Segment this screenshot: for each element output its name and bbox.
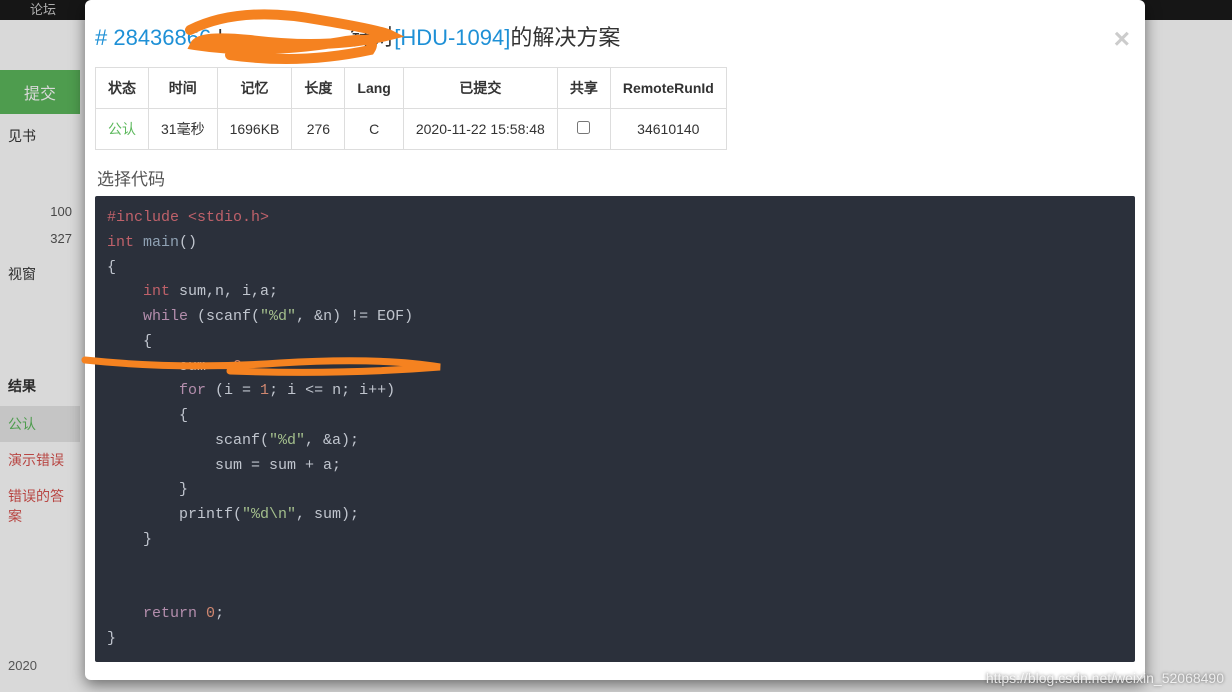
code-fmt-d: "%d" (260, 308, 296, 325)
cell-time: 31毫秒 (149, 109, 218, 150)
code-brace: { (107, 333, 152, 350)
th-remoterunid: RemoteRunId (610, 68, 726, 109)
code-fmt-dn: "%d\n" (242, 506, 296, 523)
shared-checkbox[interactable] (577, 121, 590, 134)
code-for-a: (i = (206, 382, 260, 399)
code-indent (107, 605, 143, 622)
code-brace-open: { (107, 259, 116, 276)
code-brace-close2: } (107, 531, 152, 548)
code-one: 1 (260, 382, 269, 399)
code-space (197, 605, 206, 622)
modal-title: # 28436866 | xxxxxxxxxxx针对[HDU-1094]的解决方… (95, 20, 1125, 52)
code-scanf-close: ) (404, 308, 413, 325)
code-block[interactable]: #include <stdio.h> int main() { int sum,… (95, 196, 1135, 662)
cell-shared (557, 109, 610, 150)
modal-body: 状态 时间 记忆 长度 Lang 已提交 共享 RemoteRunId 公认 3… (85, 67, 1145, 662)
code-brace: { (107, 407, 188, 424)
code-func-main: main (134, 234, 179, 251)
cell-lang: C (345, 109, 403, 150)
code-scanf-mid: , &n) != (296, 308, 377, 325)
problem-link[interactable]: [HDU-1094] (394, 25, 510, 50)
title-separator: | (211, 25, 229, 50)
close-icon[interactable]: × (1114, 25, 1130, 53)
code-paren: () (179, 234, 197, 251)
title-suffix: 的解决方案 (510, 25, 620, 50)
code-include: #include (107, 209, 179, 226)
th-lang: Lang (345, 68, 403, 109)
table-row: 公认 31毫秒 1696KB 276 C 2020-11-22 15:58:48… (96, 109, 727, 150)
code-semi2: ; (215, 605, 224, 622)
cell-length: 276 (292, 109, 345, 150)
code-header: <stdio.h> (179, 209, 269, 226)
code-return: return (143, 605, 197, 622)
code-brace-final: } (107, 630, 116, 647)
th-time: 时间 (149, 68, 218, 109)
code-indent (107, 283, 143, 300)
code-sum-add: sum = sum + a; (107, 457, 341, 474)
code-vars: sum,n, i,a; (170, 283, 278, 300)
code-semi: ; (242, 358, 251, 375)
select-code-label[interactable]: 选择代码 (97, 165, 1135, 190)
code-eof: EOF (377, 308, 404, 325)
modal-header: # 28436866 | xxxxxxxxxxx针对[HDU-1094]的解决方… (85, 15, 1145, 67)
code-while: while (143, 308, 188, 325)
code-scanf2-b: , &a); (305, 432, 359, 449)
cell-status: 公认 (96, 109, 149, 150)
cell-remoterunid: 34610140 (610, 109, 726, 150)
code-indent (107, 308, 143, 325)
code-indent (107, 382, 179, 399)
code-for: for (179, 382, 206, 399)
th-status: 状态 (96, 68, 149, 109)
code-scanf-open: (scanf( (188, 308, 260, 325)
code-zero2: 0 (206, 605, 215, 622)
cell-submitted: 2020-11-22 15:58:48 (403, 109, 557, 150)
submission-table: 状态 时间 记忆 长度 Lang 已提交 共享 RemoteRunId 公认 3… (95, 67, 727, 150)
title-target-prefix: 针对 (350, 25, 394, 50)
table-header-row: 状态 时间 记忆 长度 Lang 已提交 共享 RemoteRunId (96, 68, 727, 109)
code-sum-assign: sum = (107, 358, 233, 375)
code-type-int: int (107, 234, 134, 251)
th-length: 长度 (292, 68, 345, 109)
code-type-int2: int (143, 283, 170, 300)
watermark: https://blog.csdn.net/weixin_52068490 (986, 670, 1224, 686)
th-memory: 记忆 (217, 68, 292, 109)
th-submitted: 已提交 (403, 68, 557, 109)
submission-id-link[interactable]: # 28436866 (95, 25, 211, 50)
code-printf-b: , sum); (296, 506, 359, 523)
cell-memory: 1696KB (217, 109, 292, 150)
code-scanf2-a: scanf( (107, 432, 269, 449)
code-zero: 0 (233, 358, 242, 375)
code-printf-a: printf( (107, 506, 242, 523)
th-shared: 共享 (557, 68, 610, 109)
code-for-b: ; i <= n; i++) (269, 382, 395, 399)
solution-modal: # 28436866 | xxxxxxxxxxx针对[HDU-1094]的解决方… (85, 0, 1145, 680)
code-fmt-d2: "%d" (269, 432, 305, 449)
code-brace-close: } (107, 481, 188, 498)
